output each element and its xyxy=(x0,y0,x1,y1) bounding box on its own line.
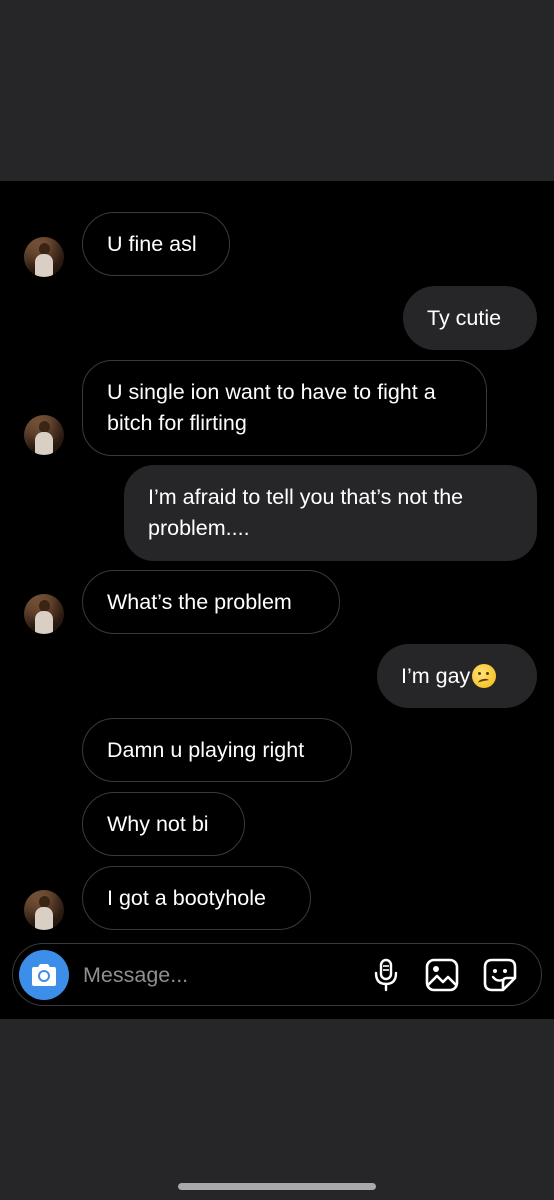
camera-icon xyxy=(32,964,56,986)
message-text: U fine asl xyxy=(107,231,197,256)
gallery-icon xyxy=(425,958,459,992)
sender-avatar[interactable] xyxy=(24,594,64,634)
woozy-face-emoji-icon xyxy=(472,664,497,688)
sticker-button[interactable] xyxy=(483,958,517,992)
bottom-bar-area xyxy=(0,1019,554,1200)
message-input[interactable] xyxy=(83,958,343,992)
incoming-message[interactable]: U fine asl xyxy=(82,212,230,276)
incoming-message[interactable]: Why not bi xyxy=(82,792,245,856)
message-text: U single ion want to have to fight a bit… xyxy=(107,380,436,435)
message-text: I got a bootyhole xyxy=(107,885,266,910)
incoming-message[interactable]: I got a bootyhole xyxy=(82,866,311,930)
microphone-button[interactable] xyxy=(369,958,403,992)
outgoing-message[interactable]: I’m afraid to tell you that’s not the pr… xyxy=(124,465,537,561)
outgoing-message[interactable]: I’m gay xyxy=(377,644,537,708)
incoming-message[interactable]: U single ion want to have to fight a bit… xyxy=(82,360,487,456)
home-indicator[interactable] xyxy=(178,1183,376,1190)
gallery-button[interactable] xyxy=(425,958,459,992)
top-bar-area xyxy=(0,0,554,181)
message-text: Ty cutie xyxy=(427,305,502,330)
microphone-icon xyxy=(374,958,398,992)
outgoing-message[interactable]: Ty cutie xyxy=(403,286,537,350)
message-text: Why not bi xyxy=(107,811,209,836)
message-text: I’m afraid to tell you that’s not the pr… xyxy=(148,485,464,540)
sender-avatar[interactable] xyxy=(24,237,64,277)
message-text: I’m gay xyxy=(401,663,471,688)
incoming-message[interactable]: What’s the problem xyxy=(82,570,340,634)
sender-avatar[interactable] xyxy=(24,415,64,455)
sender-avatar[interactable] xyxy=(24,890,64,930)
incoming-message[interactable]: Damn u playing right xyxy=(82,718,352,782)
message-composer xyxy=(12,943,542,1006)
message-text: What’s the problem xyxy=(107,589,292,614)
message-text: Damn u playing right xyxy=(107,737,305,762)
sticker-icon xyxy=(483,958,517,992)
camera-button[interactable] xyxy=(19,950,69,1000)
